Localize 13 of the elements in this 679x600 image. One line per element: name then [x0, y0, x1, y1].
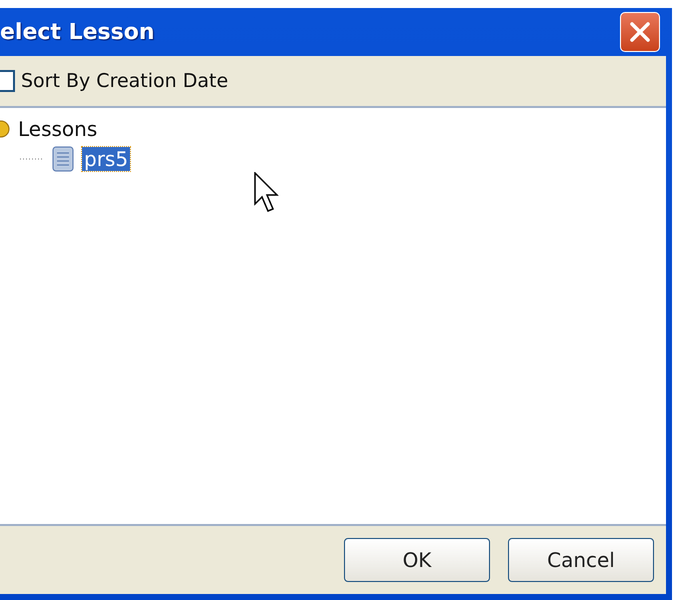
tree-connector-icon — [20, 157, 44, 161]
tree-item[interactable]: prs5 — [82, 147, 130, 171]
document-icon — [50, 145, 76, 173]
ok-button[interactable]: OK — [344, 538, 490, 582]
window-title: elect Lesson — [0, 20, 155, 44]
checkbox-label: Sort By Creation Date — [21, 70, 228, 92]
folder-icon — [0, 120, 10, 138]
close-icon — [628, 20, 652, 44]
tree-item[interactable]: Lessons — [16, 117, 100, 141]
cancel-button[interactable]: Cancel — [508, 538, 654, 582]
mouse-cursor-icon — [254, 172, 280, 214]
sort-checkbox[interactable] — [0, 70, 15, 92]
close-button[interactable] — [620, 12, 660, 52]
